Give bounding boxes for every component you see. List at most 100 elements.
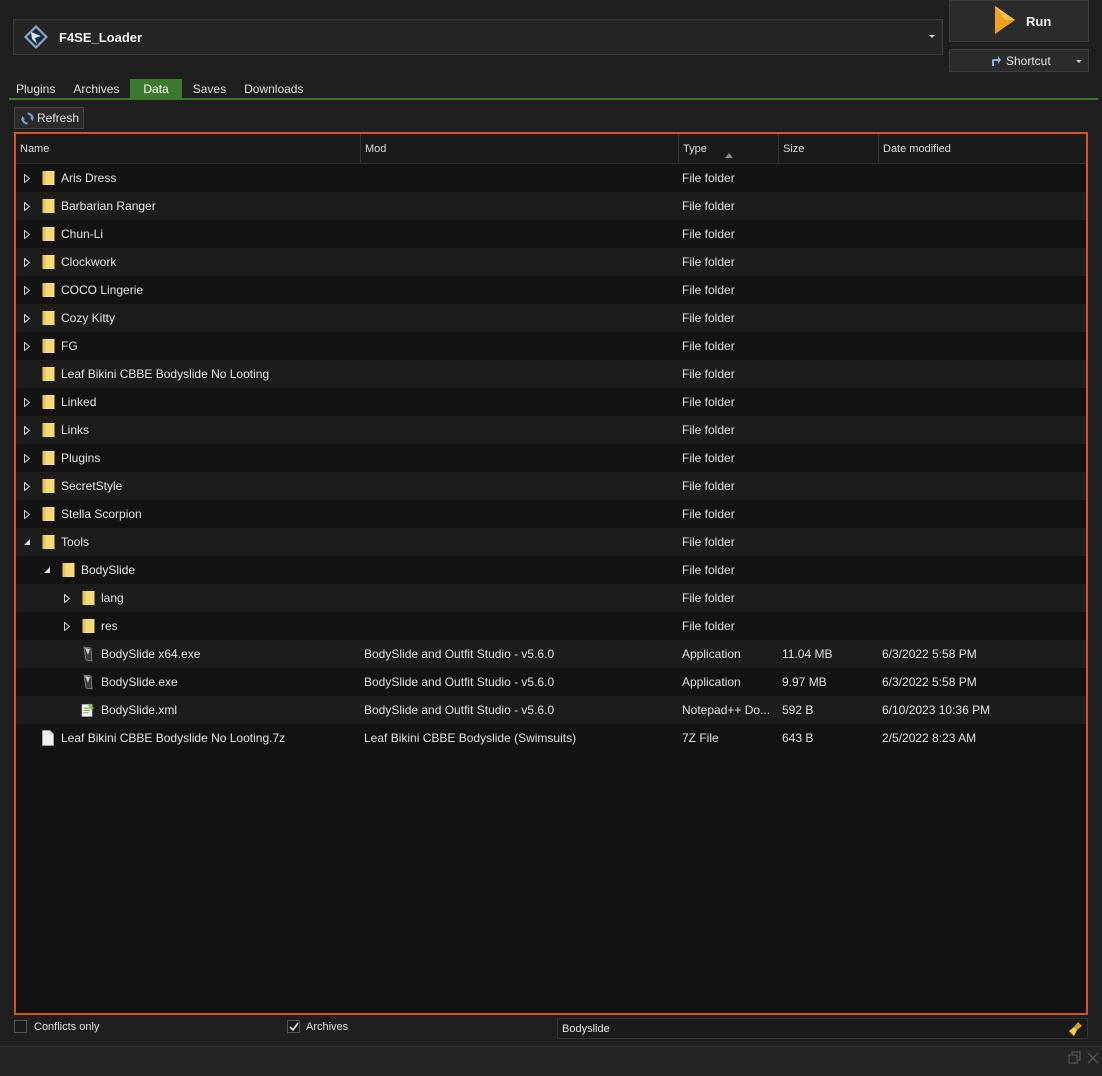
expand-arrow-icon[interactable] bbox=[23, 313, 31, 323]
expand-arrow-icon[interactable] bbox=[23, 341, 31, 351]
chevron-down-icon[interactable] bbox=[1076, 60, 1082, 63]
item-name: Stella Scorpion bbox=[61, 507, 142, 521]
close-icon[interactable] bbox=[1086, 1051, 1100, 1065]
expand-arrow-icon[interactable] bbox=[63, 621, 71, 631]
name-cell: Links bbox=[16, 416, 361, 444]
date-cell bbox=[879, 444, 1086, 472]
tree-row[interactable]: COCO Lingerie File folder bbox=[16, 276, 1086, 304]
column-mod[interactable]: Mod bbox=[361, 134, 679, 163]
item-name: Cozy Kitty bbox=[61, 311, 116, 325]
item-name: FG bbox=[61, 339, 78, 353]
folder-icon bbox=[41, 170, 55, 186]
item-name: BodySlide bbox=[81, 563, 136, 577]
expand-arrow-icon[interactable] bbox=[23, 285, 31, 295]
tree-row[interactable]: BodySlide.xml BodySlide and Outfit Studio… bbox=[16, 696, 1086, 724]
tree-row[interactable]: Aris Dress File folder bbox=[16, 164, 1086, 192]
folder-icon bbox=[41, 394, 55, 410]
type-cell: File folder bbox=[682, 255, 735, 269]
filter-input[interactable] bbox=[558, 1019, 1087, 1038]
tab-downloads[interactable]: Downloads bbox=[237, 79, 310, 99]
mod-cell bbox=[361, 360, 679, 388]
tree-row[interactable]: Links File folder bbox=[16, 416, 1086, 444]
type-cell: File folder bbox=[682, 311, 735, 325]
tree-row[interactable]: Linked File folder bbox=[16, 388, 1086, 416]
tree-row[interactable]: BodySlide x64.exe BodySlide and Outfit St… bbox=[16, 640, 1086, 668]
tree-row[interactable]: Stella Scorpion File folder bbox=[16, 500, 1086, 528]
item-name: Plugins bbox=[61, 451, 101, 465]
mod-cell bbox=[361, 248, 679, 276]
column-type[interactable]: Type bbox=[679, 134, 779, 163]
date-cell bbox=[879, 556, 1086, 584]
size-cell bbox=[779, 444, 879, 472]
expand-arrow-icon[interactable] bbox=[23, 173, 31, 183]
shortcut-button[interactable]: Shortcut bbox=[949, 49, 1089, 72]
tree-row[interactable]: Leaf Bikini CBBE Bodyslide No Looting Fil… bbox=[16, 360, 1086, 388]
filter-field[interactable] bbox=[557, 1018, 1088, 1039]
tree-row[interactable]: Barbarian Ranger File folder bbox=[16, 192, 1086, 220]
expand-arrow-icon[interactable] bbox=[23, 509, 31, 519]
name-cell: BodySlide bbox=[16, 556, 361, 584]
chevron-down-icon[interactable] bbox=[929, 35, 935, 38]
name-cell: res bbox=[16, 612, 361, 640]
tab-archives[interactable]: Archives bbox=[66, 79, 126, 99]
mod-cell bbox=[361, 528, 679, 556]
refresh-button[interactable]: Refresh bbox=[14, 107, 84, 129]
mod-cell bbox=[361, 388, 679, 416]
restore-icon[interactable] bbox=[1068, 1051, 1082, 1065]
tree-row[interactable]: SecretStyle File folder bbox=[16, 472, 1086, 500]
executable-select[interactable]: F4SE_Loader bbox=[13, 19, 943, 55]
tree-row[interactable]: FG File folder bbox=[16, 332, 1086, 360]
item-name: Barbarian Ranger bbox=[61, 199, 156, 213]
type-cell: File folder bbox=[682, 367, 735, 381]
expand-arrow-icon[interactable] bbox=[23, 425, 31, 435]
tree-row[interactable]: res File folder bbox=[16, 612, 1086, 640]
item-name: Leaf Bikini CBBE Bodyslide No Looting.7z bbox=[61, 731, 286, 745]
expand-arrow-icon[interactable] bbox=[23, 453, 31, 463]
tree-row[interactable]: Chun-Li File folder bbox=[16, 220, 1086, 248]
tab-plugins[interactable]: Plugins bbox=[9, 79, 62, 99]
mod-cell bbox=[361, 304, 679, 332]
column-size[interactable]: Size bbox=[779, 134, 879, 163]
expand-arrow-icon[interactable] bbox=[23, 201, 31, 211]
expanded-arrow-icon[interactable] bbox=[23, 537, 31, 547]
size-cell: 11.04 MB bbox=[782, 647, 833, 661]
name-cell: FG bbox=[16, 332, 361, 360]
name-cell: Cozy Kitty bbox=[16, 304, 361, 332]
tree-row[interactable]: BodySlide File folder bbox=[16, 556, 1086, 584]
folder-icon bbox=[41, 226, 55, 242]
name-cell: Barbarian Ranger bbox=[16, 192, 361, 220]
expanded-arrow-icon[interactable] bbox=[43, 565, 51, 575]
expand-arrow-icon[interactable] bbox=[63, 593, 71, 603]
tree-row[interactable]: Tools File folder bbox=[16, 528, 1086, 556]
size-cell bbox=[779, 500, 879, 528]
tree-row[interactable]: Leaf Bikini CBBE Bodyslide No Looting.7z… bbox=[16, 724, 1086, 752]
run-button[interactable]: Run bbox=[949, 0, 1089, 42]
tree-rows: Aris Dress File folder Barbarian Ranger Fil… bbox=[16, 164, 1086, 752]
mod-cell bbox=[361, 612, 679, 640]
broom-icon[interactable] bbox=[1068, 1021, 1084, 1040]
date-cell bbox=[879, 360, 1086, 388]
conflicts-only-checkbox[interactable] bbox=[14, 1020, 27, 1033]
data-tree[interactable]: Name Mod Type Size Date modified Aris Dr… bbox=[14, 132, 1088, 1015]
column-date-modified[interactable]: Date modified bbox=[879, 134, 1086, 163]
expand-arrow-icon[interactable] bbox=[23, 257, 31, 267]
tree-row[interactable]: Plugins File folder bbox=[16, 444, 1086, 472]
item-name: Aris Dress bbox=[61, 171, 117, 185]
tab-saves[interactable]: Saves bbox=[186, 79, 233, 99]
type-cell: File folder bbox=[682, 227, 735, 241]
name-cell: Tools bbox=[16, 528, 361, 556]
type-cell: File folder bbox=[682, 199, 735, 213]
tree-row[interactable]: lang File folder bbox=[16, 584, 1086, 612]
expand-arrow-icon[interactable] bbox=[23, 397, 31, 407]
tab-data[interactable]: Data bbox=[130, 79, 182, 99]
type-cell: File folder bbox=[682, 171, 735, 185]
archives-checkbox[interactable] bbox=[287, 1020, 300, 1033]
expand-arrow-icon[interactable] bbox=[23, 481, 31, 491]
tree-row[interactable]: Clockwork File folder bbox=[16, 248, 1086, 276]
mod-cell bbox=[361, 332, 679, 360]
column-name[interactable]: Name bbox=[16, 134, 361, 163]
date-cell bbox=[879, 584, 1086, 612]
tree-row[interactable]: BodySlide.exe BodySlide and Outfit Studio… bbox=[16, 668, 1086, 696]
expand-arrow-icon[interactable] bbox=[23, 229, 31, 239]
tree-row[interactable]: Cozy Kitty File folder bbox=[16, 304, 1086, 332]
